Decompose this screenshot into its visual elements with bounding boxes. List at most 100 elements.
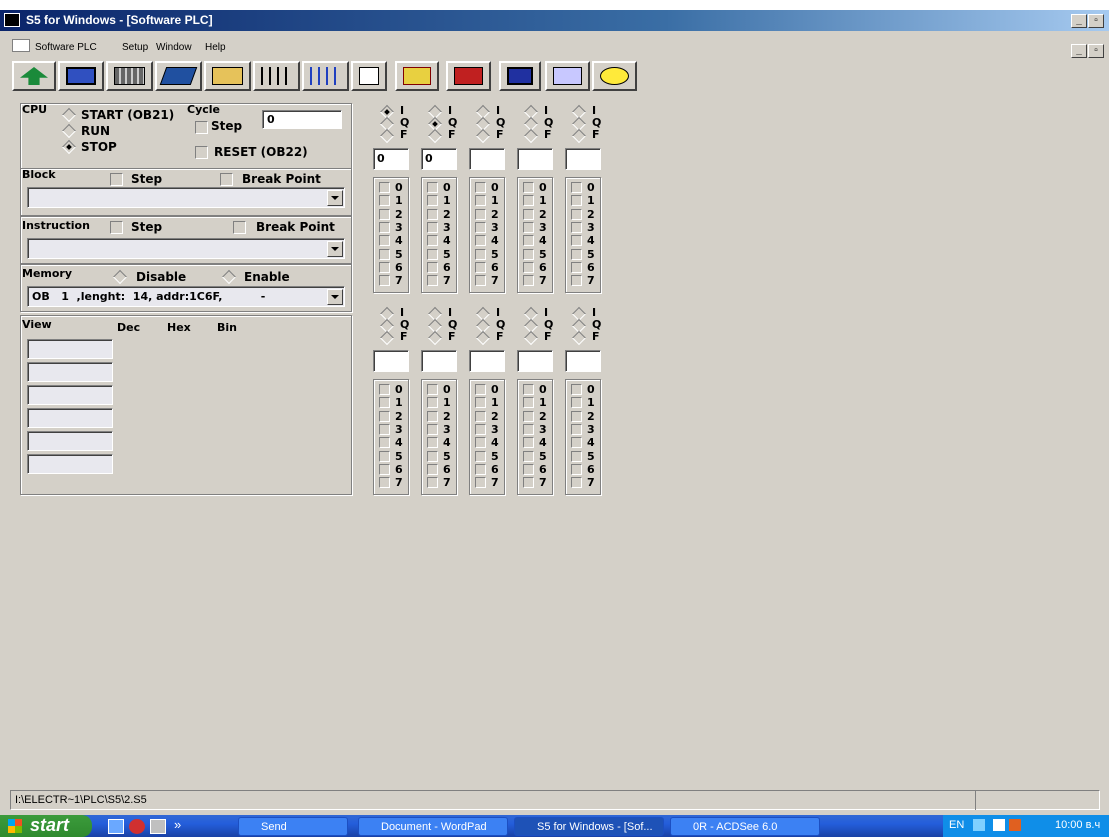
io-top-5-bit-0-checkbox[interactable]	[571, 182, 582, 193]
io-top-2-bit-2-checkbox[interactable]	[427, 208, 438, 220]
io-top-5-value-field[interactable]	[565, 148, 601, 170]
keyboard-icon[interactable]	[204, 61, 251, 91]
monitor-icon[interactable]	[58, 61, 104, 91]
io-top-2-value-field[interactable]: 0	[421, 148, 457, 170]
io-top-4-value-field[interactable]	[517, 148, 553, 170]
io-bottom-3-bit-0-checkbox[interactable]	[475, 384, 486, 395]
io-bottom-4-bit-2-checkbox[interactable]	[523, 410, 534, 422]
network-icon[interactable]	[973, 819, 985, 831]
crash-icon[interactable]	[395, 61, 439, 91]
io-bottom-3-bit-1-checkbox[interactable]	[475, 397, 486, 409]
mdi-restore-button[interactable]: ▫	[1088, 44, 1104, 58]
io-top-1-mode-f-radio[interactable]	[379, 128, 395, 144]
io-top-5-bit-6-checkbox[interactable]	[571, 261, 582, 273]
mdi-minimize-button[interactable]: _	[1071, 44, 1087, 58]
help-icon[interactable]	[592, 61, 637, 91]
io-top-3-mode-f-radio[interactable]	[475, 128, 491, 144]
io-bottom-2-bit-0-checkbox[interactable]	[427, 384, 438, 395]
io-bottom-5-bit-1-checkbox[interactable]	[571, 397, 582, 409]
menu-setup[interactable]: Setup	[122, 42, 148, 53]
tray-app-icon[interactable]	[1009, 819, 1021, 831]
document-view-icon[interactable]	[351, 61, 387, 91]
start-button[interactable]: start	[0, 815, 92, 837]
block-dropdown-button[interactable]	[327, 190, 343, 206]
io-bottom-4-bit-3-checkbox[interactable]	[523, 423, 534, 435]
io-top-3-bit-1-checkbox[interactable]	[475, 195, 486, 207]
io-bottom-3-bit-4-checkbox[interactable]	[475, 437, 486, 449]
io-top-1-bit-6-checkbox[interactable]	[379, 261, 390, 273]
chevron-more-icon[interactable]: »	[174, 817, 181, 832]
io-top-4-bit-2-checkbox[interactable]	[523, 208, 534, 220]
menu-window[interactable]: Window	[156, 42, 192, 53]
memory-dropdown-button[interactable]	[327, 289, 343, 305]
io-bottom-3-bit-2-checkbox[interactable]	[475, 410, 486, 422]
io-bottom-1-bit-7-checkbox[interactable]	[379, 477, 390, 489]
io-bottom-5-mode-f-radio[interactable]	[571, 330, 587, 346]
io-top-1-bit-5-checkbox[interactable]	[379, 248, 390, 260]
io-top-2-bit-5-checkbox[interactable]	[427, 248, 438, 260]
io-bottom-5-bit-6-checkbox[interactable]	[571, 463, 582, 475]
io-bottom-4-bit-0-checkbox[interactable]	[523, 384, 534, 395]
screen-icon[interactable]	[499, 61, 541, 91]
io-bottom-3-mode-f-radio[interactable]	[475, 330, 491, 346]
io-bottom-5-bit-5-checkbox[interactable]	[571, 450, 582, 462]
io-top-4-bit-4-checkbox[interactable]	[523, 235, 534, 247]
io-top-5-bit-4-checkbox[interactable]	[571, 235, 582, 247]
io-bottom-5-value-field[interactable]	[565, 350, 601, 372]
view-field-2[interactable]	[27, 362, 113, 382]
io-bottom-1-bit-0-checkbox[interactable]	[379, 384, 390, 395]
io-bottom-1-mode-f-radio[interactable]	[379, 330, 395, 346]
io-top-4-bit-7-checkbox[interactable]	[523, 275, 534, 287]
io-bottom-2-bit-2-checkbox[interactable]	[427, 410, 438, 422]
window-icon[interactable]	[150, 819, 166, 834]
io-top-2-bit-4-checkbox[interactable]	[427, 235, 438, 247]
io-bottom-4-mode-f-radio[interactable]	[523, 330, 539, 346]
io-top-4-bit-0-checkbox[interactable]	[523, 182, 534, 193]
io-top-1-bit-4-checkbox[interactable]	[379, 235, 390, 247]
volume-icon[interactable]	[993, 819, 1005, 831]
view-field-5[interactable]	[27, 431, 113, 451]
io-top-3-bit-4-checkbox[interactable]	[475, 235, 486, 247]
io-bottom-4-bit-6-checkbox[interactable]	[523, 463, 534, 475]
io-bottom-1-bit-1-checkbox[interactable]	[379, 397, 390, 409]
opera-icon[interactable]	[129, 819, 145, 834]
io-top-5-bit-3-checkbox[interactable]	[571, 221, 582, 233]
io-bottom-3-bit-7-checkbox[interactable]	[475, 477, 486, 489]
io-top-2-bit-0-checkbox[interactable]	[427, 182, 438, 193]
reset-checkbox[interactable]	[195, 146, 208, 159]
io-bottom-2-bit-3-checkbox[interactable]	[427, 423, 438, 435]
app-icon[interactable]	[4, 13, 20, 27]
desktop-icon[interactable]	[108, 819, 124, 834]
io-bottom-4-bit-7-checkbox[interactable]	[523, 477, 534, 489]
io-bottom-4-bit-4-checkbox[interactable]	[523, 437, 534, 449]
io-top-1-bit-3-checkbox[interactable]	[379, 221, 390, 233]
instruction-dropdown-button[interactable]	[327, 241, 343, 257]
io-top-5-bit-5-checkbox[interactable]	[571, 248, 582, 260]
taskbar-acdsee[interactable]: 0R - ACDSee 6.0	[670, 817, 820, 836]
io-bottom-1-value-field[interactable]	[373, 350, 409, 372]
io-top-2-mode-f-radio[interactable]	[427, 128, 443, 144]
io-top-1-bit-0-checkbox[interactable]	[379, 182, 390, 193]
io-bottom-4-value-field[interactable]	[517, 350, 553, 372]
io-bottom-2-bit-1-checkbox[interactable]	[427, 397, 438, 409]
view-field-4[interactable]	[27, 408, 113, 428]
taskbar-s5[interactable]: S5 for Windows - [Sof...	[514, 817, 664, 836]
io-top-3-bit-5-checkbox[interactable]	[475, 248, 486, 260]
io-bottom-3-bit-6-checkbox[interactable]	[475, 463, 486, 475]
io-top-5-bit-1-checkbox[interactable]	[571, 195, 582, 207]
io-bottom-4-bit-1-checkbox[interactable]	[523, 397, 534, 409]
io-bottom-2-bit-7-checkbox[interactable]	[427, 477, 438, 489]
instruction-step-checkbox[interactable]	[110, 221, 123, 234]
language-indicator[interactable]: EN	[949, 819, 964, 831]
io-bottom-1-bit-6-checkbox[interactable]	[379, 463, 390, 475]
io-bottom-2-mode-f-radio[interactable]	[427, 330, 443, 346]
io-top-4-bit-1-checkbox[interactable]	[523, 195, 534, 207]
io-bottom-1-bit-4-checkbox[interactable]	[379, 437, 390, 449]
io-bottom-2-bit-6-checkbox[interactable]	[427, 463, 438, 475]
menu-software-plc[interactable]: Software PLC	[35, 42, 97, 53]
view-field-6[interactable]	[27, 454, 113, 474]
taskbar-wordpad[interactable]: Document - WordPad	[358, 817, 508, 836]
io-top-3-bit-6-checkbox[interactable]	[475, 261, 486, 273]
io-bottom-3-bit-3-checkbox[interactable]	[475, 423, 486, 435]
block-breakpoint-checkbox[interactable]	[220, 173, 233, 186]
